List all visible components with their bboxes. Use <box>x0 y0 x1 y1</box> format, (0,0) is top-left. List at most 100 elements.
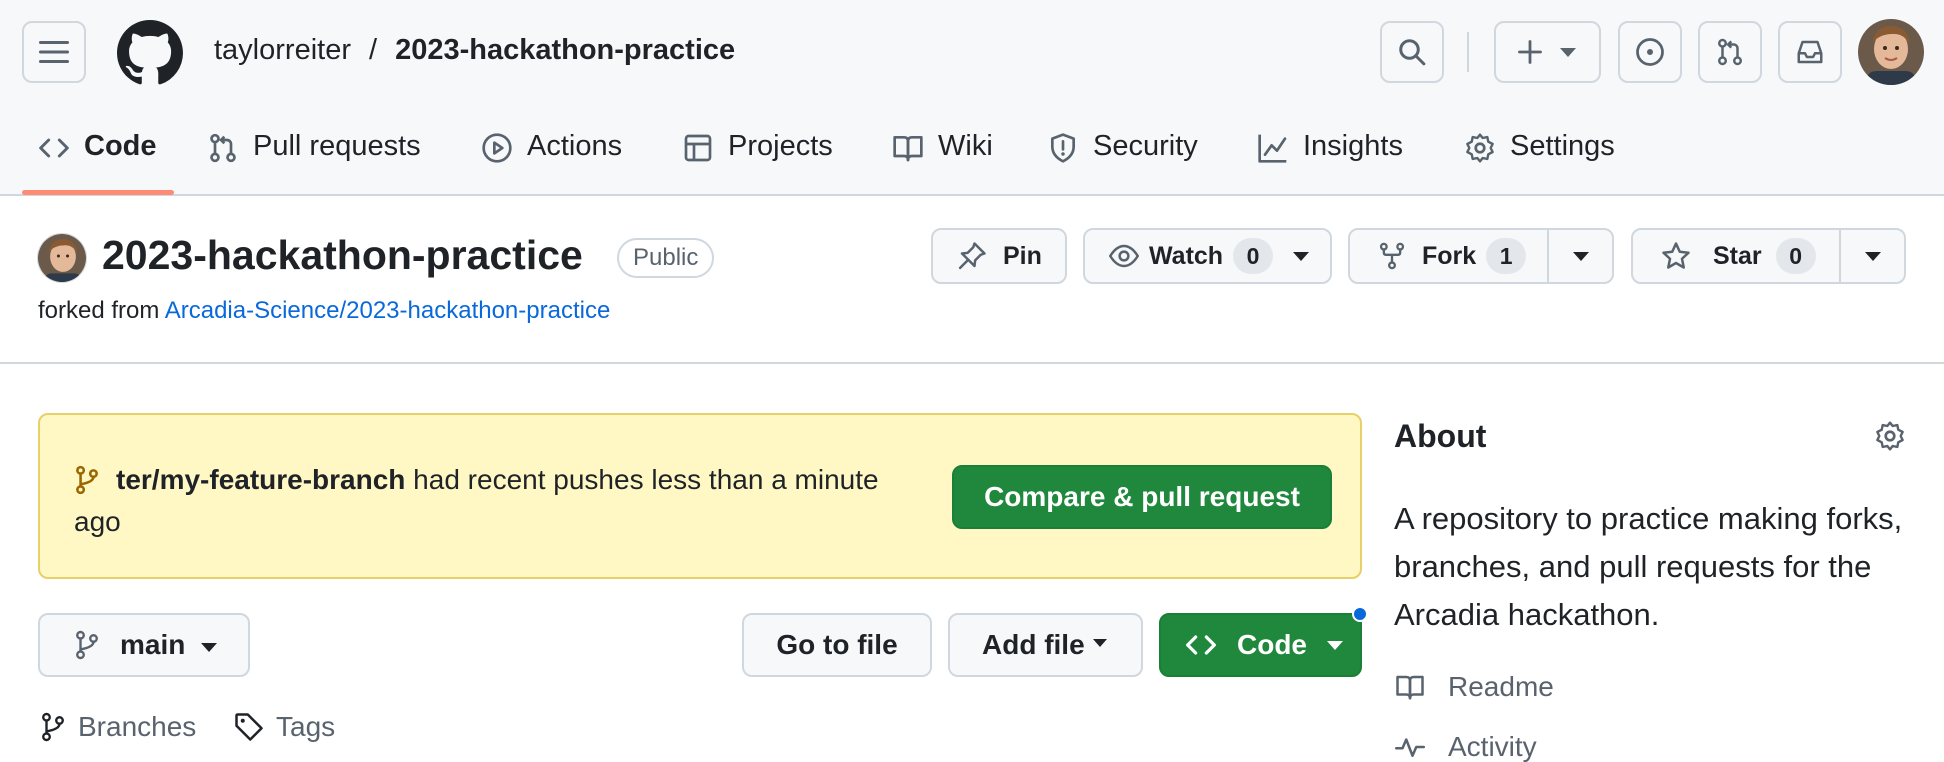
star-count: 0 <box>1775 238 1816 274</box>
watch-label: Watch <box>1149 241 1224 270</box>
book-icon <box>893 136 923 162</box>
user-avatar[interactable] <box>1858 19 1924 85</box>
chevron-down-icon <box>1293 251 1310 261</box>
chevron-down-icon <box>1572 251 1589 261</box>
fork-count: 1 <box>1486 238 1527 274</box>
breadcrumb-repo-link[interactable]: 2023-hackathon-practice <box>395 34 735 67</box>
breadcrumb-owner-link[interactable]: taylorreiter <box>214 34 351 67</box>
watch-count: 0 <box>1233 238 1274 274</box>
owner-avatar[interactable] <box>37 233 87 283</box>
chevron-down-icon <box>1560 47 1576 57</box>
add-file-label: Add file <box>982 629 1085 660</box>
visibility-badge: Public <box>617 238 715 278</box>
tab-actions-label: Actions <box>527 130 623 162</box>
issue-opened-icon <box>1636 38 1664 66</box>
forked-prefix: forked from <box>38 297 160 324</box>
git-pull-request-icon <box>210 133 236 163</box>
forked-source-link[interactable]: Arcadia-Science/2023-hackathon-practice <box>165 297 611 324</box>
tab-pull-requests[interactable]: Pull requests <box>207 124 421 196</box>
chevron-down-icon <box>201 642 218 652</box>
play-icon <box>482 133 512 163</box>
star-button[interactable]: Star 0 <box>1633 230 1841 282</box>
github-logo-icon[interactable] <box>117 20 183 86</box>
create-new-button[interactable] <box>1494 21 1601 83</box>
pin-label: Pin <box>1003 241 1042 270</box>
gear-icon <box>1466 133 1494 163</box>
pin-icon <box>958 242 986 270</box>
menu-button[interactable] <box>22 21 86 83</box>
section-divider <box>0 362 1944 364</box>
tags-label: Tags <box>276 711 336 742</box>
git-branch-icon <box>42 712 64 742</box>
tab-wiki[interactable]: Wiki <box>892 124 993 196</box>
tab-settings[interactable]: Settings <box>1464 124 1615 196</box>
forked-from-text: forked from Arcadia-Science/2023-hackath… <box>38 297 610 325</box>
branch-name: main <box>120 629 186 660</box>
tab-insights[interactable]: Insights <box>1257 124 1403 196</box>
book-icon <box>1396 675 1424 700</box>
tab-actions[interactable]: Actions <box>481 124 622 196</box>
tags-link[interactable]: Tags <box>234 711 335 743</box>
breadcrumb-separator: / <box>369 34 378 66</box>
branches-link[interactable]: Branches <box>40 711 196 743</box>
readme-label: Readme <box>1448 671 1554 702</box>
code-dropdown-button[interactable]: Code <box>1159 613 1362 677</box>
tab-projects-label: Projects <box>728 130 833 162</box>
header-divider <box>1467 32 1469 72</box>
eye-icon <box>1109 244 1139 268</box>
plus-icon <box>1518 40 1542 64</box>
tab-wiki-label: Wiki <box>938 130 993 162</box>
recent-push-banner: ter/my-feature-branch had recent pushes … <box>38 413 1362 579</box>
tab-settings-label: Settings <box>1510 130 1615 162</box>
pull-requests-button[interactable] <box>1698 21 1762 83</box>
search-icon <box>1399 39 1426 66</box>
git-branch-icon <box>76 465 98 495</box>
tab-security[interactable]: Security <box>1047 124 1198 196</box>
fork-label: Fork <box>1422 241 1477 270</box>
activity-link[interactable]: Activity <box>1394 731 1537 762</box>
chevron-down-icon <box>1092 639 1107 647</box>
repo-forked-icon <box>1379 242 1405 270</box>
pushed-branch-name[interactable]: ter/my-feature-branch <box>116 464 405 495</box>
watch-button[interactable]: Watch 0 <box>1083 228 1332 284</box>
chevron-down-icon <box>1327 640 1343 650</box>
shield-icon <box>1051 133 1075 163</box>
edit-about-button[interactable] <box>1874 420 1906 452</box>
star-icon <box>1662 242 1690 269</box>
inbox-button[interactable] <box>1778 21 1842 83</box>
hamburger-icon <box>39 41 69 63</box>
go-to-file-button[interactable]: Go to file <box>742 613 932 677</box>
search-button[interactable] <box>1380 21 1444 83</box>
star-button-group: Star 0 <box>1631 228 1906 284</box>
pulse-icon <box>1395 738 1425 757</box>
inbox-icon <box>1797 40 1823 64</box>
branches-label: Branches <box>78 711 197 742</box>
fork-button[interactable]: Fork 1 <box>1350 230 1549 282</box>
add-file-button[interactable]: Add file <box>948 613 1143 677</box>
star-label: Star <box>1713 241 1762 270</box>
breadcrumb: taylorreiter / 2023-hackathon-practice <box>214 34 735 67</box>
tag-icon <box>235 713 263 741</box>
branch-select-button[interactable]: main <box>38 613 250 677</box>
repo-title[interactable]: 2023-hackathon-practice <box>102 232 583 279</box>
table-icon <box>684 134 712 162</box>
fork-dropdown-button[interactable] <box>1549 230 1612 282</box>
star-dropdown-button[interactable] <box>1841 230 1904 282</box>
tab-code[interactable]: Code <box>38 124 157 196</box>
gear-icon <box>1876 421 1904 451</box>
fork-button-group: Fork 1 <box>1348 228 1614 284</box>
about-description: A repository to practice making forks, b… <box>1394 501 1903 632</box>
recent-push-message: ter/my-feature-branch had recent pushes … <box>74 459 894 543</box>
tab-projects[interactable]: Projects <box>682 124 833 196</box>
compare-pull-request-button[interactable]: Compare & pull request <box>952 465 1332 529</box>
tab-insights-label: Insights <box>1303 130 1403 162</box>
code-button-label: Code <box>1237 629 1307 660</box>
issues-button[interactable] <box>1618 21 1682 83</box>
code-icon <box>39 138 69 158</box>
active-tab-indicator <box>22 190 174 195</box>
pin-button[interactable]: Pin <box>931 228 1067 284</box>
notification-dot <box>1352 606 1368 622</box>
tab-code-label: Code <box>84 130 157 162</box>
readme-link[interactable]: Readme <box>1394 671 1554 703</box>
code-icon <box>1186 635 1216 655</box>
